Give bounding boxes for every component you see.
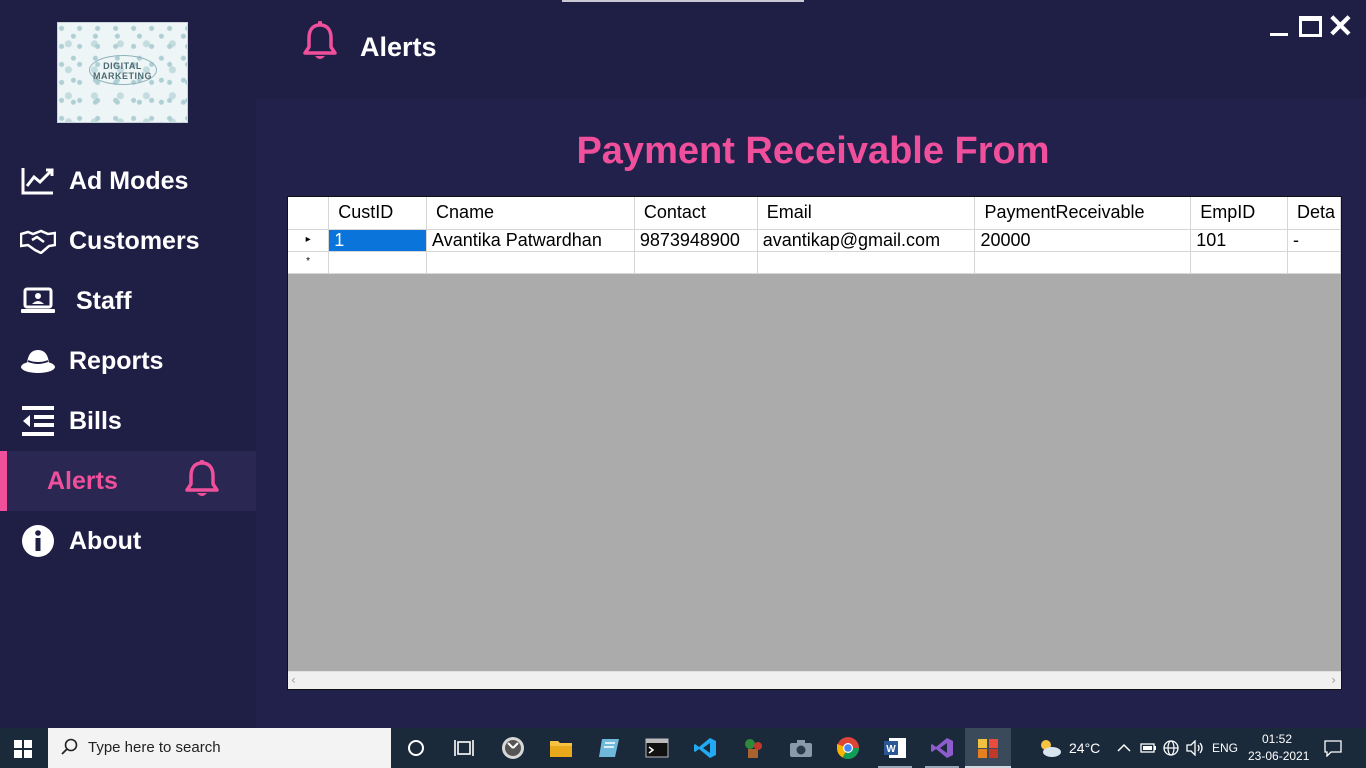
page-header-title: Alerts — [360, 32, 437, 62]
vscode-icon[interactable] — [692, 736, 718, 760]
active-indicator — [0, 451, 7, 511]
app-logo: DIGITAL MARKETING — [57, 22, 188, 123]
grid-cell[interactable]: avantikap@gmail.com — [757, 229, 976, 252]
grid-cell[interactable]: 1 — [328, 229, 428, 252]
column-header[interactable]: Deta — [1287, 197, 1341, 230]
maximize-icon[interactable] — [1299, 16, 1322, 37]
notification-icon[interactable] — [1320, 736, 1346, 760]
language-indicator[interactable]: ENG — [1212, 741, 1238, 755]
game-app-icon[interactable] — [740, 736, 766, 760]
laptop-user-icon — [20, 283, 56, 319]
scroll-right-icon[interactable]: › — [1331, 673, 1336, 687]
sidebar: DIGITAL MARKETING Ad Modes Customers Sta… — [0, 0, 256, 728]
sidebar-item-label: Ad Modes — [69, 166, 189, 195]
current-app-icon[interactable] — [965, 728, 1011, 768]
clock-date[interactable]: 23-06-2021 — [1248, 749, 1309, 763]
windows-start-icon[interactable] — [14, 740, 32, 758]
sidebar-item-label: Bills — [69, 406, 122, 435]
sidebar-item-label: Reports — [69, 346, 164, 375]
row-header-current[interactable]: ▸ — [288, 229, 330, 252]
header: Alerts — [256, 0, 1366, 98]
column-header[interactable]: Email — [757, 197, 976, 230]
taskbar: Type here to search W 24°C ENG 01:52 23-… — [0, 728, 1366, 768]
new-row[interactable]: * — [288, 251, 1341, 274]
clock-app-icon[interactable] — [500, 736, 526, 760]
column-header[interactable]: CustID — [328, 197, 428, 230]
new-row-marker[interactable]: * — [288, 251, 330, 274]
data-grid[interactable]: CustID Cname Contact Email PaymentReceiv… — [287, 196, 1342, 690]
sidebar-item-customers[interactable]: Customers — [0, 211, 256, 271]
file-explorer-icon[interactable] — [548, 736, 574, 760]
chrome-icon[interactable] — [835, 736, 861, 760]
search-icon — [60, 738, 78, 760]
grid-cell[interactable] — [1287, 251, 1341, 274]
info-circle-icon — [20, 523, 56, 559]
drag-indicator — [562, 0, 804, 2]
page-title: Payment Receivable From — [576, 130, 1050, 172]
chevron-up-icon[interactable] — [1111, 736, 1137, 760]
grid-header-row: CustID Cname Contact Email PaymentReceiv… — [288, 197, 1341, 230]
grid-cell[interactable]: 9873948900 — [634, 229, 758, 252]
table-row[interactable]: ▸ 1 Avantika Patwardhan 9873948900 avant… — [288, 229, 1341, 252]
cortana-icon[interactable] — [403, 736, 429, 760]
sidebar-item-label: Alerts — [47, 466, 118, 495]
column-header[interactable]: Contact — [634, 197, 758, 230]
grid-cell[interactable] — [757, 251, 976, 274]
clock-time[interactable]: 01:52 — [1262, 732, 1292, 746]
camera-icon[interactable] — [788, 736, 814, 760]
logo-text-line2: MARKETING — [93, 71, 152, 81]
grid-corner-header[interactable] — [288, 197, 330, 230]
handshake-icon — [20, 223, 56, 259]
terminal-icon[interactable] — [644, 736, 670, 760]
task-view-icon[interactable] — [451, 736, 477, 760]
column-header[interactable]: EmpID — [1190, 197, 1288, 230]
volume-icon[interactable] — [1182, 736, 1208, 760]
sidebar-item-ad-modes[interactable]: Ad Modes — [0, 151, 256, 211]
word-icon[interactable]: W — [882, 736, 908, 760]
sidebar-item-reports[interactable]: Reports — [0, 331, 256, 391]
bell-icon — [302, 20, 338, 66]
sidebar-item-label: Customers — [69, 226, 200, 255]
weather-temperature[interactable]: 24°C — [1069, 740, 1100, 756]
grid-table: CustID Cname Contact Email PaymentReceiv… — [288, 197, 1341, 274]
grid-cell[interactable]: 101 — [1190, 229, 1288, 252]
grid-cell[interactable] — [634, 251, 758, 274]
taskbar-search-input[interactable]: Type here to search — [48, 728, 391, 768]
logo-text-line1: DIGITAL — [103, 61, 142, 71]
sidebar-item-label: About — [69, 526, 142, 555]
list-indent-icon — [20, 403, 56, 439]
grid-cell[interactable]: 20000 — [974, 229, 1192, 252]
svg-text:W: W — [886, 744, 896, 755]
minimize-icon[interactable] — [1270, 33, 1288, 36]
grid-cell[interactable] — [426, 251, 635, 274]
sidebar-item-alerts[interactable]: Alerts — [0, 451, 256, 511]
line-chart-icon — [20, 163, 56, 199]
hat-icon — [20, 343, 56, 379]
horizontal-scrollbar[interactable]: ‹ › — [288, 671, 1341, 689]
column-header[interactable]: Cname — [426, 197, 635, 230]
weather-icon[interactable] — [1037, 736, 1063, 760]
grid-cell[interactable] — [974, 251, 1192, 274]
grid-cell[interactable] — [328, 251, 428, 274]
search-placeholder: Type here to search — [88, 739, 221, 756]
grid-cell[interactable]: - — [1287, 229, 1341, 252]
close-icon[interactable]: ✕ — [1327, 10, 1354, 42]
sidebar-item-bills[interactable]: Bills — [0, 391, 256, 451]
column-header[interactable]: PaymentReceivable — [974, 197, 1192, 230]
sidebar-item-label: Staff — [76, 286, 132, 315]
notes-app-icon[interactable] — [596, 736, 622, 760]
logo-text: DIGITAL MARKETING — [58, 61, 187, 81]
visual-studio-icon[interactable] — [929, 736, 955, 760]
grid-cell[interactable] — [1190, 251, 1288, 274]
grid-cell[interactable]: Avantika Patwardhan — [426, 229, 635, 252]
sidebar-item-staff[interactable]: Staff — [0, 271, 256, 331]
scroll-left-icon[interactable]: ‹ — [291, 673, 296, 687]
network-globe-icon[interactable] — [1158, 736, 1184, 760]
bell-icon — [184, 459, 220, 503]
sidebar-item-about[interactable]: About — [0, 511, 256, 571]
